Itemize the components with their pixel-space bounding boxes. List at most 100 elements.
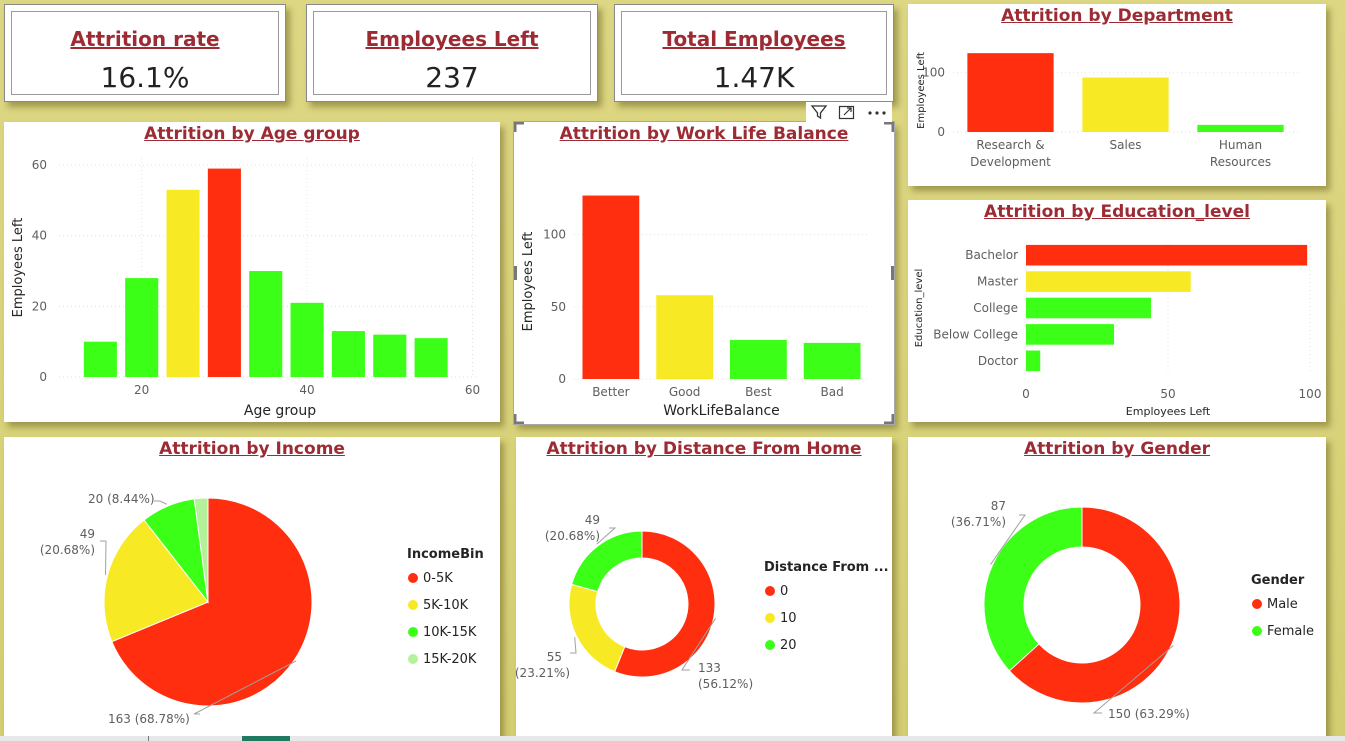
x-tick-label: Better	[592, 385, 629, 399]
kpi-value: 237	[425, 61, 479, 94]
chart-card-education[interactable]: Attrition by Education_level 0 50 100 Bache…	[908, 200, 1326, 422]
education-bar-chart[interactable]: 0 50 100 Bachelor Master College Below College…	[908, 200, 1326, 422]
bar	[803, 342, 861, 379]
department-bar-chart[interactable]: 0100Research &DevelopmentSales HumanResou…	[908, 4, 1326, 186]
data-label: 133	[698, 661, 721, 675]
y-tick-label: Below College	[933, 327, 1018, 341]
age-group-bar-chart[interactable]: 0 20 40 60 20 40 60 Employees Left Age group	[4, 122, 500, 422]
chart-title: Attrition by Education_level	[984, 202, 1250, 222]
x-tick-label: Good	[669, 385, 701, 399]
bar	[1026, 350, 1041, 372]
x-tick-label: Research &	[976, 138, 1044, 152]
more-options-icon[interactable]	[866, 104, 888, 120]
y-tick-label: 20	[32, 299, 47, 313]
data-label: (36.71%)	[951, 515, 1006, 529]
leader-line	[100, 540, 107, 575]
legend-swatch	[408, 627, 418, 637]
legend-item: 0	[780, 584, 788, 599]
legend-swatch	[408, 573, 418, 583]
bar	[1026, 297, 1151, 319]
legend-title: IncomeBin	[407, 547, 484, 562]
page-tab-strip	[0, 736, 1345, 741]
slice	[568, 583, 626, 673]
bar	[1026, 244, 1308, 266]
y-axis-title: Employees Left	[11, 218, 26, 318]
x-axis-title: WorkLifeBalance	[663, 403, 780, 419]
kpi-card-attrition-rate[interactable]: Attrition rate 16.1%	[4, 4, 286, 102]
visual-toolbar	[806, 102, 892, 122]
kpi-label: Employees Left	[365, 27, 539, 51]
kpi-value: 16.1%	[100, 61, 190, 94]
chart-card-gender[interactable]: Attrition by Gender 150 (63.29%) 87 (36.71…	[908, 437, 1326, 741]
legend-item: Female	[1267, 624, 1314, 639]
y-tick-label: 60	[32, 158, 47, 172]
tab-divider	[148, 736, 149, 741]
data-label: 55	[547, 650, 562, 664]
legend-swatch	[1252, 599, 1262, 609]
leader-line	[570, 637, 577, 654]
y-tick-label: 50	[551, 300, 566, 314]
legend-swatch	[408, 654, 418, 664]
bar	[373, 334, 407, 377]
x-axis-title: Age group	[244, 403, 316, 419]
slice	[983, 506, 1083, 672]
kpi-card-employees-left[interactable]: Employees Left 237	[306, 4, 598, 102]
legend-item: 10	[780, 611, 797, 626]
work-life-balance-bar-chart[interactable]: 0 50 100 Better Good Best Bad Employees Left Wor…	[514, 122, 894, 424]
chart-title: Attrition by Age group	[144, 124, 360, 144]
data-label: (20.68%)	[40, 543, 95, 557]
bar	[166, 189, 200, 377]
x-axis-title: Employees Left	[1126, 405, 1211, 418]
y-axis-title: Education_level	[914, 269, 925, 348]
income-pie-chart[interactable]: 163 (68.78%) 49 (20.68%) 20 (8.44%) IncomeBi…	[4, 437, 500, 741]
bar	[290, 302, 324, 377]
x-tick-label: Sales	[1110, 138, 1142, 152]
x-tick-label: 20	[134, 383, 149, 397]
chart-card-work-life-balance[interactable]: Attrition by Work Life Balance 0 50 100 Bet…	[513, 102, 895, 425]
x-tick-label: Human	[1219, 138, 1262, 152]
data-label: 163 (68.78%)	[108, 712, 190, 726]
chart-card-age-group[interactable]: Attrition by Age group 0 20 40 60 20 40 60 Empl…	[4, 122, 500, 422]
y-tick-label: Bachelor	[965, 248, 1018, 262]
bar	[83, 341, 117, 377]
bar	[656, 295, 714, 379]
x-tick-label: Development	[970, 155, 1051, 169]
x-tick-label: Bad	[821, 385, 844, 399]
legend-title: Distance From ...	[764, 560, 889, 575]
filter-icon[interactable]	[810, 104, 828, 120]
legend-item: 15K-20K	[423, 652, 477, 667]
distance-donut-chart[interactable]: 133 (56.12%) 55 (23.21%) 49 (20.68%) Distance …	[515, 437, 892, 741]
x-tick-label: Resources	[1210, 155, 1271, 169]
focus-mode-icon[interactable]	[838, 104, 856, 120]
chart-card-income[interactable]: Attrition by Income 163 (68.78%) 49 (20.68…	[4, 437, 500, 741]
y-tick-label: 0	[558, 372, 566, 386]
leader-line	[154, 500, 168, 505]
x-tick-label: 100	[1299, 387, 1322, 401]
y-tick-label: 0	[39, 370, 47, 384]
gender-donut-chart[interactable]: 150 (63.29%) 87 (36.71%) Gender Male Female	[908, 437, 1326, 741]
data-label: 49	[585, 513, 600, 527]
x-tick-label: 40	[299, 383, 314, 397]
y-tick-label: 40	[32, 229, 47, 243]
data-label: 150 (63.29%)	[1108, 707, 1190, 721]
active-page-tab[interactable]	[242, 736, 290, 741]
data-label: 49	[80, 527, 95, 541]
kpi-label: Attrition rate	[70, 27, 220, 51]
kpi-value: 1.47K	[713, 61, 795, 94]
bar	[1026, 324, 1115, 345]
y-tick-label: 100	[543, 228, 566, 242]
chart-card-distance[interactable]: Attrition by Distance From Home 133 (56.1…	[515, 437, 892, 741]
data-label: (56.12%)	[698, 677, 753, 691]
bar	[1197, 124, 1284, 132]
bar	[414, 338, 448, 377]
legend-title: Gender	[1251, 573, 1305, 588]
chart-card-department[interactable]: Attrition by Department 0 100 Research & De…	[908, 4, 1326, 186]
legend-item: 10K-15K	[423, 625, 477, 640]
y-tick-label: 0	[937, 125, 945, 139]
legend-item: Male	[1267, 597, 1298, 612]
kpi-card-total-employees[interactable]: Total Employees 1.47K	[614, 4, 894, 102]
x-tick-label: 50	[1160, 387, 1175, 401]
kpi-label: Total Employees	[662, 27, 846, 51]
legend-swatch	[1252, 626, 1262, 636]
legend-item: 0-5K	[423, 571, 453, 586]
